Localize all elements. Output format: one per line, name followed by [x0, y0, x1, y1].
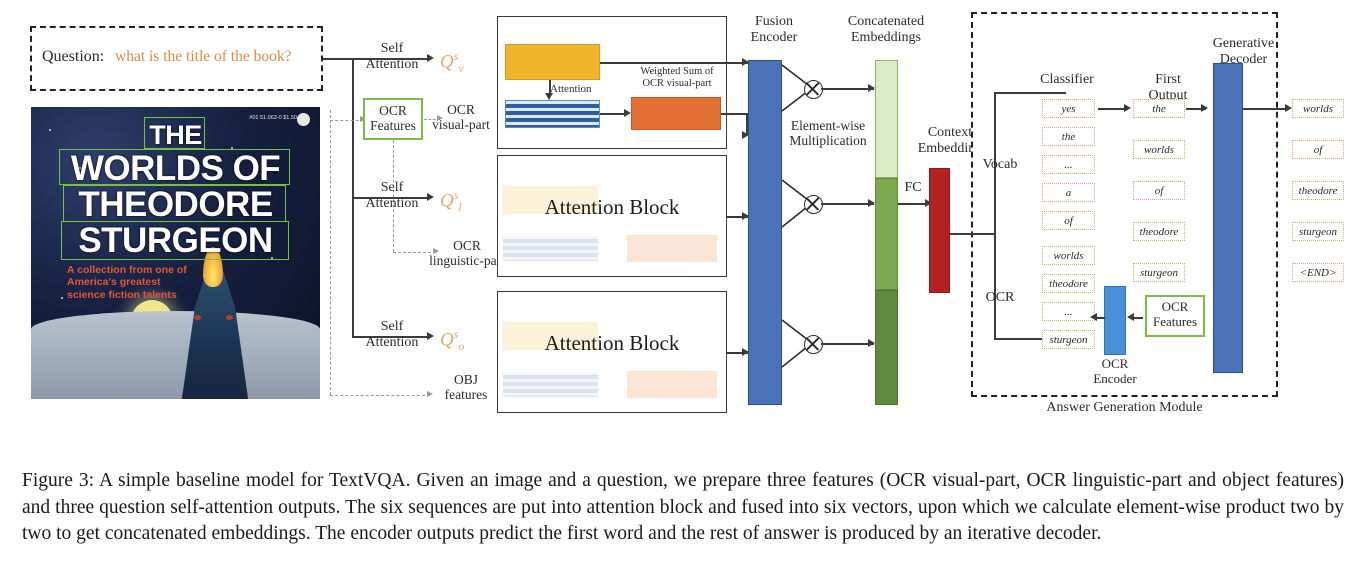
cover-ground [31, 311, 320, 399]
attention-block-3-label: Attention Block [544, 331, 680, 355]
attention-block-3-key-bar [503, 372, 598, 397]
cover-eye-left [194, 315, 201, 320]
first-output-chip-1[interactable]: worlds [1133, 140, 1185, 159]
branch2-q-sub: l [458, 201, 462, 215]
concat-embedding-segment-1 [875, 60, 898, 178]
first-output-chip-0[interactable]: the [1133, 99, 1185, 118]
attention-key-bar [505, 100, 600, 128]
ocr-features-right-label: OCR Features [1152, 299, 1198, 329]
branch1-q-label: Qsv [440, 50, 464, 76]
vocab-label: Vocab [982, 157, 1018, 172]
ocr-chip-0[interactable]: worlds [1042, 246, 1095, 265]
branch2-self-attention-label: Self Attention [365, 180, 419, 211]
first-output-chip-3[interactable]: theodore [1133, 222, 1185, 241]
classifier-bracket-mid [970, 233, 995, 235]
book-cover-image: THE WORLDS OF THEODORE STURGEON A collec… [31, 107, 320, 399]
cover-tagline: A collection from one of America's great… [67, 264, 187, 301]
block1-out-bottom [721, 113, 748, 115]
attention-block-2-label: Attention Block [544, 195, 680, 219]
cover-eye-right [226, 315, 233, 320]
answer-generation-module-title: Answer Generation Module [1046, 400, 1203, 415]
attention-query-bar [505, 44, 600, 80]
branch3-feature-label: OBJ features [444, 372, 488, 403]
branch2-q-label: Qsl [440, 189, 462, 215]
publisher-logo [297, 113, 310, 126]
weighted-sum-bar [631, 97, 721, 130]
first-output-chip-4[interactable]: sturgeon [1133, 263, 1185, 282]
attention-block-3-weighted-bar [627, 371, 717, 398]
mult2-out-line [821, 203, 874, 205]
branch1-self-attention-label: Self Attention [365, 41, 419, 72]
question-prefix-label: Question: [42, 48, 105, 65]
context-embedding-bar [929, 168, 950, 293]
ocr-box-worlds-of [59, 149, 290, 185]
figure-diagram: Question: what is the title of the book?… [0, 0, 1366, 455]
question-to-trunk-line [323, 58, 354, 60]
elementwise-multiplication-label: Element-wise Multiplication [789, 118, 867, 149]
ocr-box-theodore [63, 185, 286, 222]
ocr-chip-3[interactable]: sturgeon [1042, 330, 1095, 349]
ocr-box-the [144, 117, 205, 149]
first-output-chip-2[interactable]: of [1133, 181, 1185, 200]
generative-decoder-bar [1213, 63, 1243, 373]
image-to-ocrfeat-dashed [330, 120, 364, 121]
ocr-encoder-label: OCR Encoder [1093, 356, 1137, 386]
attention-label: Attention [550, 83, 592, 95]
branch3-q-base: Q [440, 329, 454, 351]
vocab-chip-3[interactable]: a [1042, 183, 1095, 202]
ocr-encoder-bar [1104, 286, 1126, 355]
weighted-sum-label: Weighted Sum of OCR visual-part [640, 66, 714, 89]
mult3-out-line [821, 343, 874, 345]
fusion-encoder-bar [748, 60, 782, 405]
concatenated-embeddings-label: Concatenated Embeddings [847, 14, 925, 45]
mult1-out-line [821, 88, 874, 90]
final-output-chip-0[interactable]: worlds [1292, 99, 1344, 118]
figure-caption: Figure 3: A simple baseline model for Te… [22, 470, 1344, 544]
classifier-bracket-top [994, 92, 1066, 94]
ocrfeat-to-encoder-line [1133, 317, 1143, 319]
branch3-self-attention-label: Self Attention [365, 319, 419, 350]
vocab-chip-1[interactable]: the [1042, 127, 1095, 146]
classifier-bracket-bottom [994, 338, 1042, 340]
branch3-q-sub: o [458, 340, 465, 354]
decoder-to-output-line [1243, 108, 1289, 110]
concat-embedding-segment-3 [875, 290, 898, 405]
vocab-chip-4[interactable]: of [1042, 211, 1095, 230]
branch2-q-base: Q [440, 190, 454, 212]
vocab-chip-2[interactable]: ... [1042, 155, 1095, 174]
ocr-chip-1[interactable]: theodore [1042, 274, 1095, 293]
question-text: what is the title of the book? [115, 48, 292, 65]
attention-block-2-key-bar [503, 236, 598, 261]
final-output-chip-4[interactable]: <END> [1292, 263, 1344, 282]
generative-decoder-label: Generative Decoder [1212, 36, 1275, 67]
image-trunk-dashed-line [330, 110, 331, 395]
fusion-encoder-label: Fusion Encoder [750, 14, 798, 45]
branch1-q-sub: v [458, 62, 464, 76]
branch1-feature-label: OCR visual-part [432, 102, 490, 133]
ocr-chip-2[interactable]: ... [1042, 302, 1095, 321]
final-output-chip-1[interactable]: of [1292, 140, 1344, 159]
block1-out-top [600, 62, 748, 64]
ocr-features-left-label: OCR Features [370, 103, 416, 134]
vocab-chip-0[interactable]: yes [1042, 99, 1095, 118]
ocr-box-sturgeon [61, 221, 289, 260]
fc-label: FC [904, 180, 922, 195]
branch1-q-base: Q [440, 51, 454, 73]
attention-block-2-weighted-bar [627, 235, 717, 262]
ocr-encoder-to-chip-line [1097, 317, 1105, 319]
image-to-objfeat-dashed [330, 395, 430, 396]
ocr-group-label: OCR [985, 290, 1015, 305]
final-output-chip-2[interactable]: theodore [1292, 181, 1344, 200]
classifier-label: Classifier [1040, 72, 1094, 87]
branch3-q-label: Qso [440, 328, 464, 354]
fusion-connectors [782, 64, 813, 368]
key-to-weighted-line [600, 113, 627, 115]
final-output-chip-3[interactable]: sturgeon [1292, 222, 1344, 241]
cover-barcode-text: #01 51.063-0 $1.50 [249, 115, 297, 121]
